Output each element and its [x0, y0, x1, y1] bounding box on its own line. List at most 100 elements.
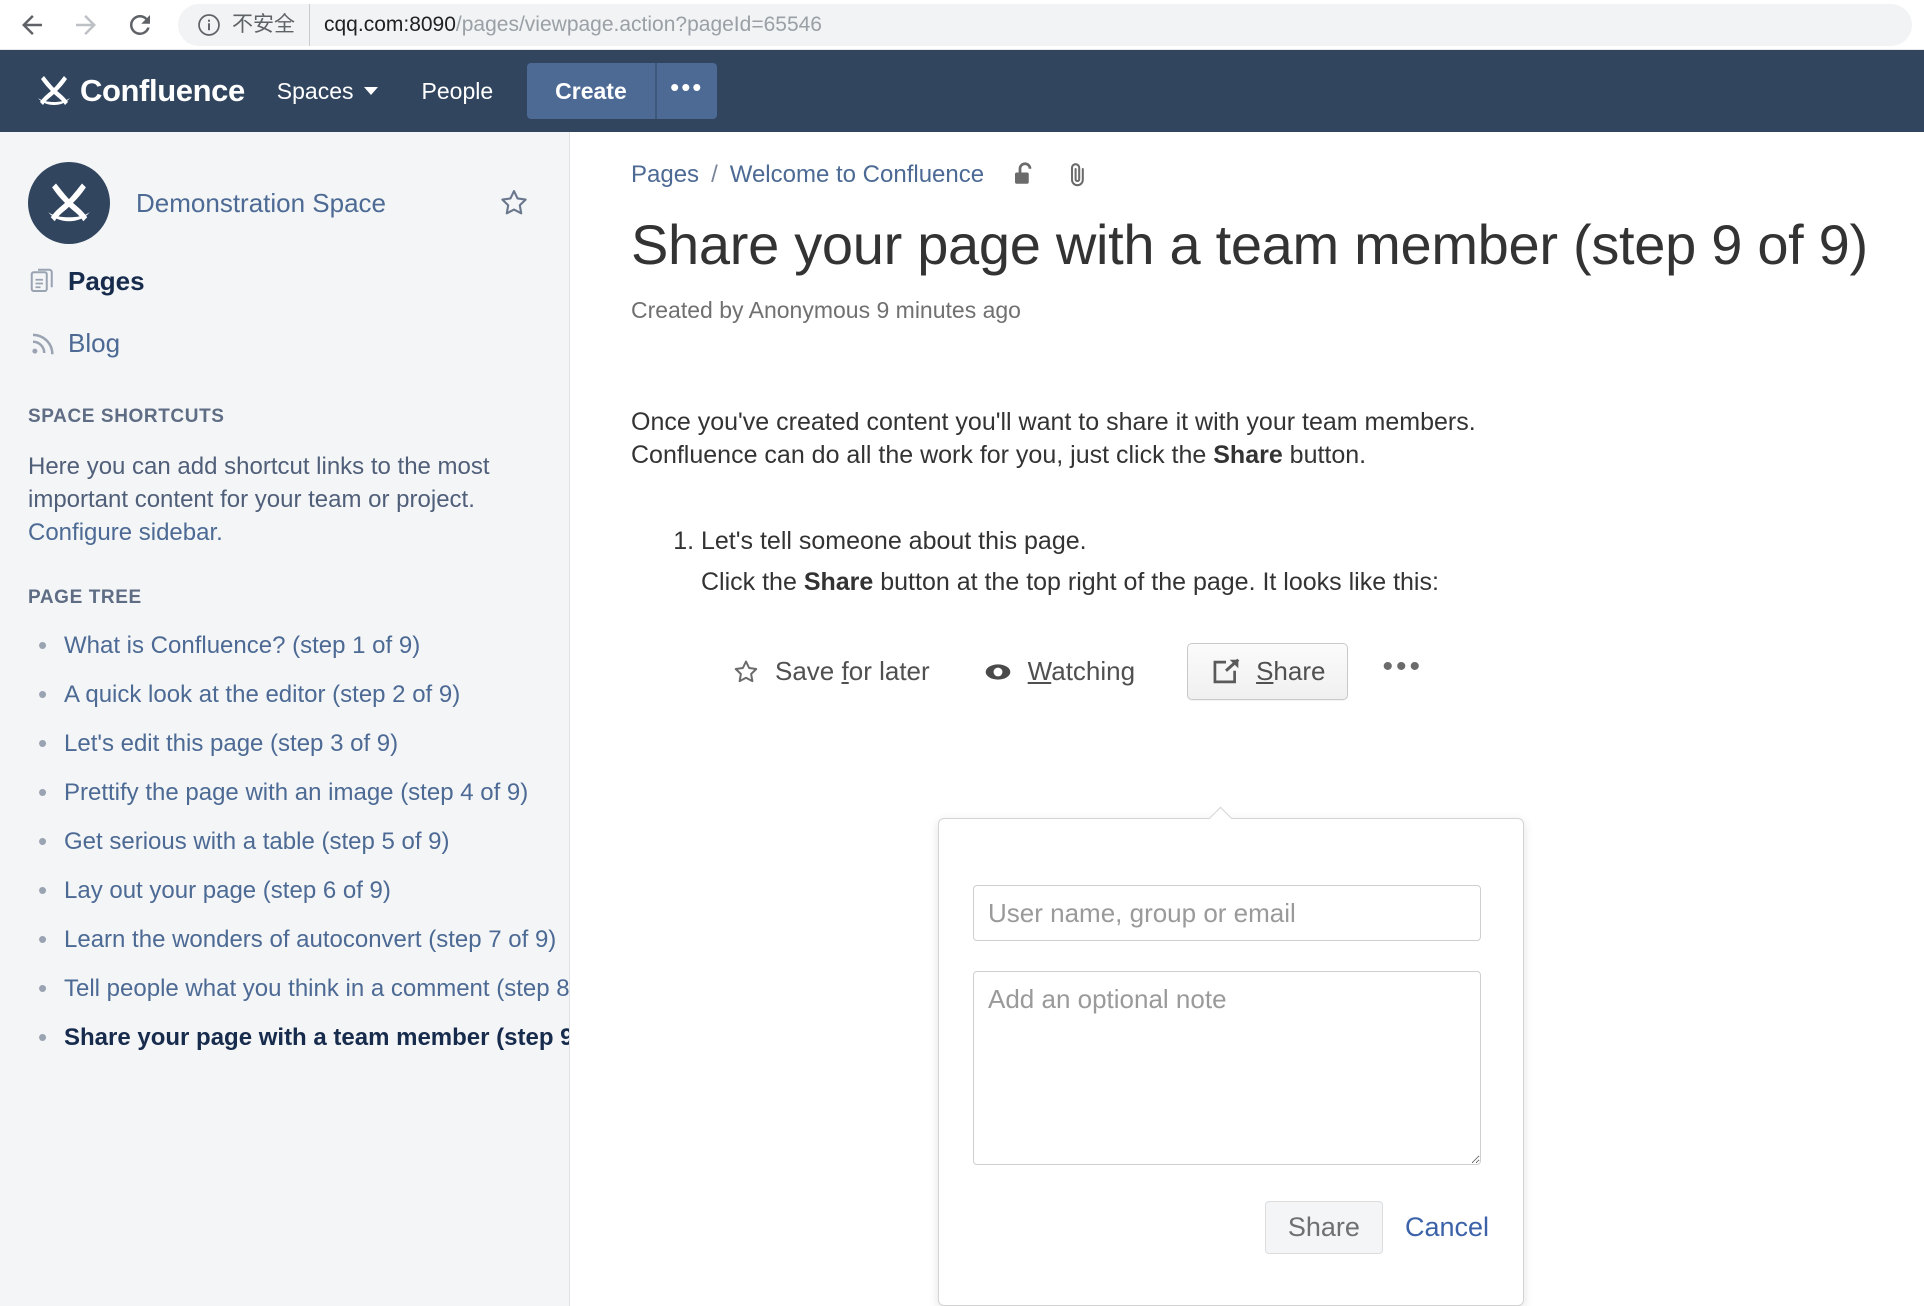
page-tree-link[interactable]: Get serious with a table (step 5 of 9) [64, 827, 450, 857]
confluence-space-avatar-icon[interactable] [28, 162, 110, 244]
configure-sidebar-link[interactable]: Configure sidebar. [28, 519, 223, 546]
star-outline-icon[interactable] [497, 186, 531, 220]
list-item[interactable]: •Get serious with a table (step 5 of 9) [38, 827, 569, 876]
pages-icon [28, 266, 68, 296]
star-outline-icon [731, 657, 761, 687]
page-tree-link[interactable]: Lay out your page (step 6 of 9) [64, 876, 391, 906]
nav-item-people-label: People [422, 78, 494, 105]
browser-forward-button[interactable] [64, 3, 108, 47]
share-accesskey: S [1256, 656, 1273, 686]
page-title: Share your page with a team member (step… [571, 212, 1924, 277]
steps-list: Let's tell someone about this page. Clic… [631, 525, 1924, 600]
list-item[interactable]: •What is Confluence? (step 1 of 9) [38, 631, 569, 680]
step-1-line-2: Click the Share button at the top right … [701, 566, 1924, 599]
list-item: •Share your page with a team member (ste… [38, 1023, 569, 1072]
chevron-down-icon [364, 87, 378, 95]
share-button[interactable]: Share [1187, 643, 1348, 700]
breadcrumb-item-welcome-to-confluence[interactable]: Welcome to Confluence [730, 161, 984, 189]
breadcrumb-item-pages[interactable]: Pages [631, 161, 699, 189]
browser-reload-button[interactable] [118, 3, 162, 47]
create-button[interactable]: Create [527, 63, 655, 119]
page-tree-link[interactable]: Prettify the page with an image (step 4 … [64, 778, 528, 808]
space-sidebar: Demonstration Space Pages Blog SPACE [0, 132, 570, 1306]
intro-line-2-pre: Confluence can do all the work for you, … [631, 441, 1213, 469]
browser-address-bar[interactable]: 不安全 cqq.com:8090/pages/viewpage.action?p… [178, 4, 1912, 46]
space-shortcuts-blurb-text: Here you can add shortcut links to the m… [28, 453, 490, 513]
url-path: /pages/viewpage.action?pageId=65546 [456, 13, 822, 36]
bullet-icon: • [38, 876, 64, 904]
intro-line-2-bold: Share [1213, 441, 1282, 469]
step-1-line-1: Let's tell someone about this page. [701, 527, 1087, 555]
arrow-left-icon [17, 10, 47, 40]
save-for-later-label-pre: Save [775, 656, 842, 686]
intro-line-2-post: button. [1283, 441, 1366, 469]
app-header: Confluence Spaces People Create ••• [0, 50, 1924, 132]
list-item[interactable]: •A quick look at the editor (step 2 of 9… [38, 680, 569, 729]
space-name-link[interactable]: Demonstration Space [136, 188, 386, 219]
list-item[interactable]: •Lay out your page (step 6 of 9) [38, 876, 569, 925]
watching-button[interactable]: Watching [982, 656, 1135, 687]
space-shortcuts-heading: SPACE SHORTCUTS [0, 406, 569, 428]
page-tree-link[interactable]: What is Confluence? (step 1 of 9) [64, 631, 420, 661]
share-dialog: Share Cancel [938, 818, 1524, 1306]
page-body: Once you've created content you'll want … [571, 406, 1924, 700]
watching-label: Watching [1028, 656, 1135, 687]
browser-back-button[interactable] [10, 3, 54, 47]
save-for-later-accesskey: f [842, 656, 849, 686]
ellipsis-icon: ••• [1382, 650, 1423, 683]
page-metadata: Created by Anonymous 9 minutes ago [571, 297, 1924, 324]
share-note-input[interactable] [973, 971, 1481, 1165]
page-tree-current-page: Share your page with a team member (step… [64, 1023, 570, 1053]
nav-item-spaces-label: Spaces [277, 78, 354, 105]
page-tree-link[interactable]: Learn the wonders of autoconvert (step 7… [64, 925, 556, 955]
page-tree-link[interactable]: Let's edit this page (step 3 of 9) [64, 729, 398, 759]
step-1-line-2-pre: Click the [701, 568, 804, 596]
ellipsis-icon: ••• [670, 72, 703, 103]
create-button-group: Create ••• [527, 50, 717, 132]
bullet-icon: • [38, 827, 64, 855]
step-1-line-2-bold: Share [804, 568, 873, 596]
arrow-right-icon [71, 10, 101, 40]
list-item[interactable]: •Prettify the page with an image (step 4… [38, 778, 569, 827]
bullet-icon: • [38, 778, 64, 806]
intro-paragraph: Once you've created content you'll want … [631, 406, 1924, 473]
share-user-input[interactable] [973, 885, 1481, 941]
paperclip-icon[interactable] [1066, 160, 1090, 190]
nav-item-people[interactable]: People [400, 50, 516, 132]
reload-icon [125, 10, 155, 40]
bullet-icon: • [38, 974, 64, 1002]
step-1-line-2-post: button at the top right of the page. It … [873, 568, 1439, 596]
unlocked-padlock-icon[interactable] [1012, 160, 1038, 190]
share-dialog-arrow [1207, 806, 1233, 819]
rss-blog-icon [28, 328, 68, 358]
share-label-post: hare [1273, 656, 1325, 686]
share-cancel-link[interactable]: Cancel [1405, 1212, 1489, 1243]
share-submit-button[interactable]: Share [1265, 1201, 1383, 1254]
sidebar-item-pages[interactable]: Pages [0, 256, 569, 306]
bullet-icon: • [38, 925, 64, 953]
list-item[interactable]: •Learn the wonders of autoconvert (step … [38, 925, 569, 974]
more-actions-button[interactable]: ••• [1382, 650, 1423, 694]
page-tree-heading: PAGE TREE [0, 587, 569, 609]
confluence-logo-text: Confluence [80, 73, 245, 109]
page-tree-link[interactable]: A quick look at the editor (step 2 of 9) [64, 680, 460, 710]
info-circle-icon[interactable] [196, 12, 222, 38]
sidebar-item-blog[interactable]: Blog [0, 318, 569, 368]
create-more-button[interactable]: ••• [655, 63, 717, 119]
page-actions-toolbar: Save for later Watching [631, 643, 1924, 700]
url-host: cqq.com:8090 [324, 13, 456, 36]
share-dialog-actions: Share Cancel [1265, 1201, 1489, 1254]
page-tree-link[interactable]: Tell people what you think in a comment … [64, 974, 570, 1004]
save-for-later-button[interactable]: Save for later [731, 656, 930, 687]
list-item[interactable]: •Tell people what you think in a comment… [38, 974, 569, 1023]
save-for-later-label: Save for later [775, 656, 930, 687]
nav-item-spaces[interactable]: Spaces [255, 50, 400, 132]
url-text: cqq.com:8090/pages/viewpage.action?pageI… [324, 13, 822, 37]
page-tree: •What is Confluence? (step 1 of 9) •A qu… [0, 631, 569, 1072]
confluence-logo[interactable]: Confluence [0, 50, 255, 132]
intro-line-1: Once you've created content you'll want … [631, 408, 1476, 436]
breadcrumb: Pages / Welcome to Confluence [571, 132, 1924, 190]
list-item[interactable]: •Let's edit this page (step 3 of 9) [38, 729, 569, 778]
list-item: Let's tell someone about this page. Clic… [701, 525, 1924, 600]
breadcrumb-separator: / [711, 161, 718, 189]
